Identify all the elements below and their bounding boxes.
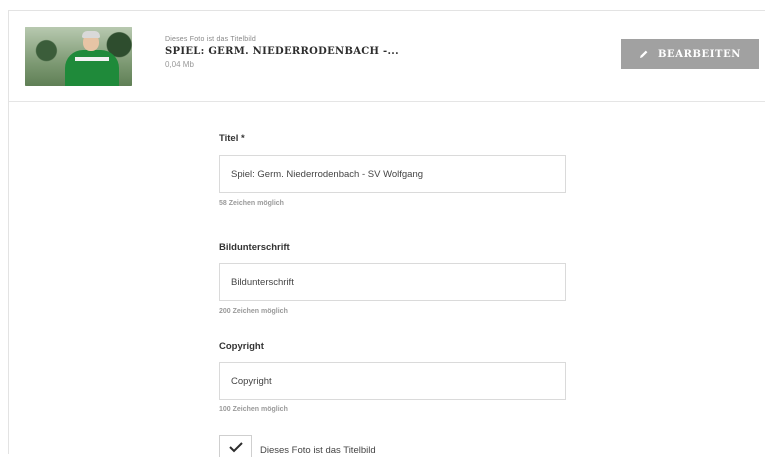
thumbnail-person-stripe [75,57,109,61]
photo-thumbnail[interactable] [25,27,132,86]
photo-edit-card: Dieses Foto ist das Titelbild SPIEL: GER… [8,10,765,457]
photo-meta: Dieses Foto ist das Titelbild SPIEL: GER… [165,36,399,69]
caption-char-hint: 200 Zeichen möglich [219,308,288,315]
copyright-label: Copyright [219,341,264,352]
cover-photo-note: Dieses Foto ist das Titelbild [165,36,257,43]
pencil-icon [639,49,649,59]
photo-header: Dieses Foto ist das Titelbild SPIEL: GER… [9,11,765,102]
title-input[interactable]: Spiel: Germ. Niederrodenbach - SV Wolfga… [219,155,566,193]
cover-photo-checkbox-label: Dieses Foto ist das Titelbild [260,445,376,456]
title-char-hint: 58 Zeichen möglich [219,200,284,207]
title-label: Titel * [219,133,245,144]
thumbnail-person-hair [82,31,100,38]
checkmark-icon [228,440,244,458]
thumbnail-person-body [65,50,119,86]
edit-button-label: BEARBEITEN [657,48,742,60]
edit-button[interactable]: BEARBEITEN [621,39,759,69]
copyright-char-hint: 100 Zeichen möglich [219,406,288,413]
caption-label: Bildunterschrift [219,242,290,253]
copyright-input[interactable]: Copyright [219,362,566,400]
caption-input[interactable]: Bildunterschrift [219,263,566,301]
file-size: 0,04 Mb [165,60,194,69]
photo-title: SPIEL: GERM. NIEDERRODENBACH -... [165,46,399,57]
